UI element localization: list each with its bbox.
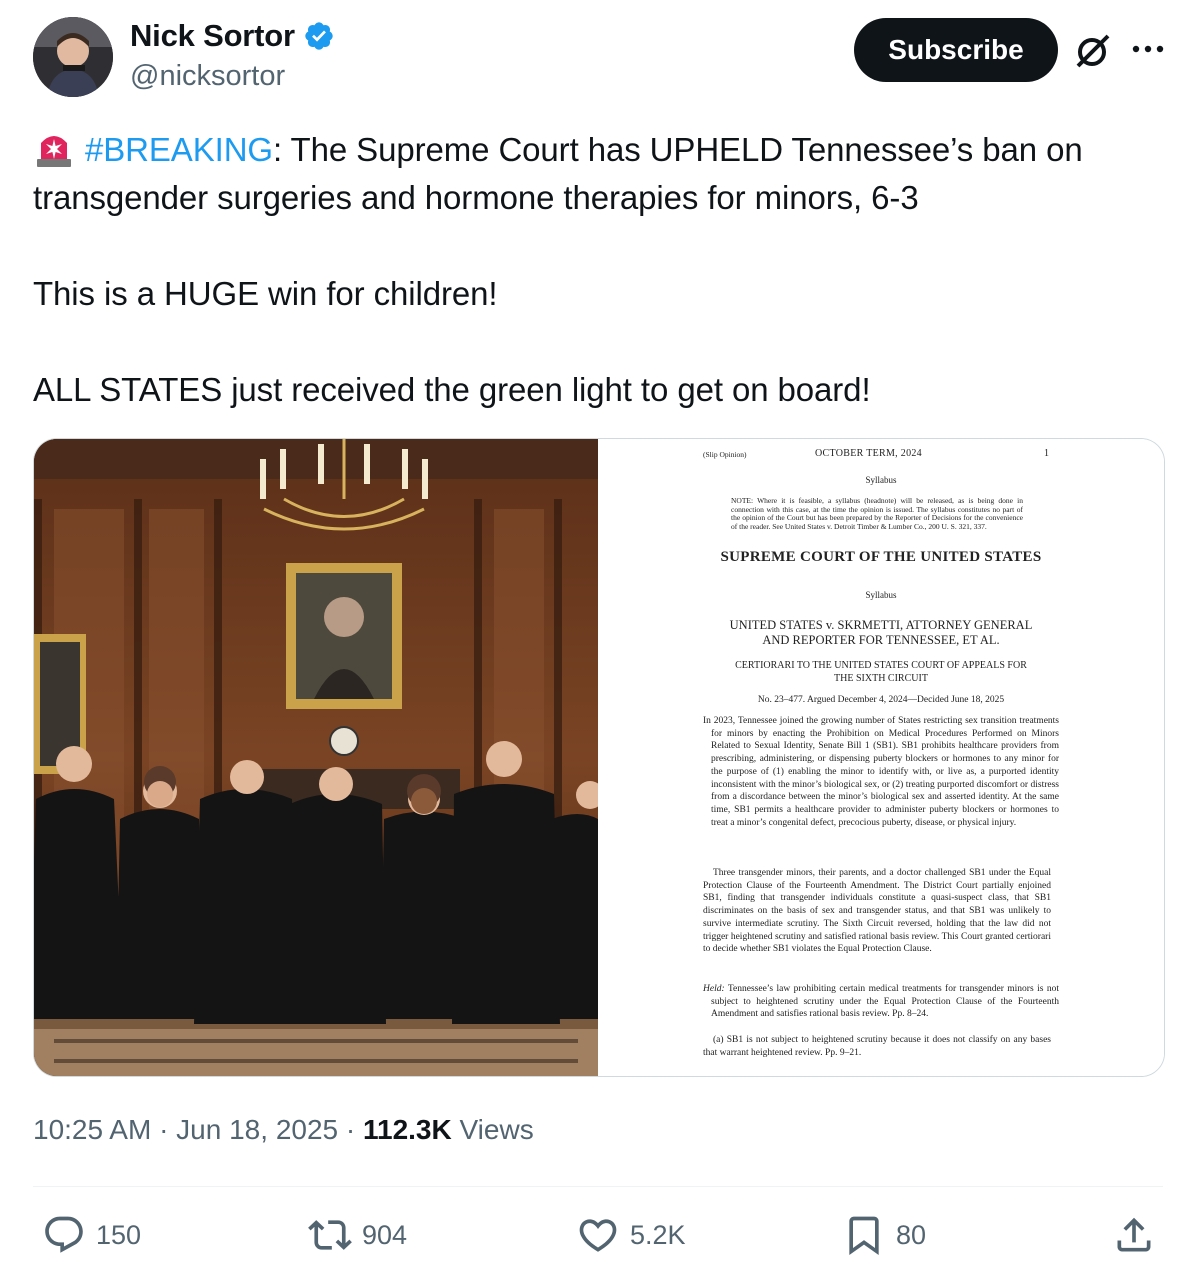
syllabus-paragraph-2: Three transgender minors, their parents,… [703, 868, 1051, 955]
court-group-photo [34, 439, 604, 1076]
author-name-text[interactable]: Nick Sortor [130, 18, 295, 54]
syllabus-paragraph-1: In 2023, Tennessee joined the growing nu… [703, 716, 1059, 828]
term-label: OCTOBER TERM, 2024 [815, 448, 922, 459]
docket-line: No. 23–477. Argued December 4, 2024—Deci… [757, 695, 1005, 705]
reply-icon [45, 1216, 83, 1253]
case-name-line-2: AND REPORTER FOR TENNESSEE, ET AL. [762, 633, 1000, 647]
views-label: Views [451, 1114, 534, 1145]
subscribe-button[interactable]: Subscribe [854, 18, 1058, 82]
tweet-line-2: This is a HUGE win for children! [33, 275, 498, 312]
bookmark-icon [849, 1216, 879, 1256]
held-label: Held: [703, 984, 725, 994]
bookmark-button[interactable]: 80 [842, 1210, 926, 1260]
share-icon [1117, 1217, 1151, 1252]
siren-emoji-icon [37, 136, 71, 167]
page-number: 1 [1044, 448, 1049, 459]
avatar[interactable] [33, 17, 113, 97]
slip-opinion-label: (Slip Opinion) [703, 450, 747, 459]
justices-photo[interactable] [34, 439, 604, 1076]
like-button[interactable]: 5.2K [576, 1210, 686, 1260]
court-title: SUPREME COURT OF THE UNITED STATES [720, 549, 1042, 565]
repost-count: 904 [362, 1219, 408, 1250]
like-count: 5.2K [630, 1219, 686, 1250]
author-name[interactable]: Nick Sortor [130, 18, 335, 54]
more-icon[interactable] [1128, 34, 1168, 64]
reply-count: 150 [96, 1219, 142, 1250]
grok-icon[interactable] [1072, 30, 1114, 72]
bookmark-count: 80 [896, 1219, 927, 1250]
syllabus-paragraph-4: (a) SB1 is not subject to heightened scr… [703, 1035, 1051, 1058]
author-handle[interactable]: @nicksortor [130, 60, 285, 93]
hashtag-link[interactable]: #BREAKING [85, 131, 273, 168]
share-button[interactable] [1112, 1210, 1166, 1260]
supreme-court-syllabus[interactable]: (Slip Opinion) OCTOBER TERM, 2024 1 Syll… [598, 439, 1164, 1076]
repost-icon [308, 1220, 352, 1250]
case-name-line-1: UNITED STATES v. SKRMETTI, ATTORNEY GENE… [729, 618, 1033, 632]
syllabus-held: Held: Tennessee’s law prohibiting certai… [703, 983, 1059, 1021]
repost-button[interactable]: 904 [308, 1210, 407, 1260]
reply-button[interactable]: 150 [42, 1210, 141, 1260]
tweet-line-1: #BREAKING: The Supreme Court has UPHELD … [33, 126, 1163, 222]
views-count: 112.3K [362, 1114, 452, 1145]
heart-icon [579, 1219, 617, 1252]
syllabus-heading: Syllabus [865, 475, 897, 485]
certiorari-line-1: CERTIORARI TO THE UNITED STATES COURT OF… [735, 660, 1027, 671]
tweet-timestamp[interactable]: 10:25 AM · Jun 18, 2025 · [33, 1114, 363, 1145]
held-text: Tennessee’s law prohibiting certain medi… [711, 984, 1059, 1020]
divider [33, 1186, 1163, 1187]
tweet-text: #BREAKING: The Supreme Court has UPHELD … [33, 126, 1163, 414]
avatar-image [33, 17, 113, 97]
media-card[interactable]: (Slip Opinion) OCTOBER TERM, 2024 1 Syll… [33, 438, 1165, 1077]
tweet-meta: 10:25 AM · Jun 18, 2025 · 112.3K Views [33, 1114, 534, 1146]
syllabus-note: NOTE: Where it is feasible, a syllabus (… [731, 496, 1023, 531]
tweet-line-3: ALL STATES just received the green light… [33, 371, 871, 408]
syllabus-heading-2: Syllabus [865, 590, 897, 600]
verified-badge-icon [305, 22, 333, 50]
certiorari-line-2: THE SIXTH CIRCUIT [834, 673, 928, 684]
